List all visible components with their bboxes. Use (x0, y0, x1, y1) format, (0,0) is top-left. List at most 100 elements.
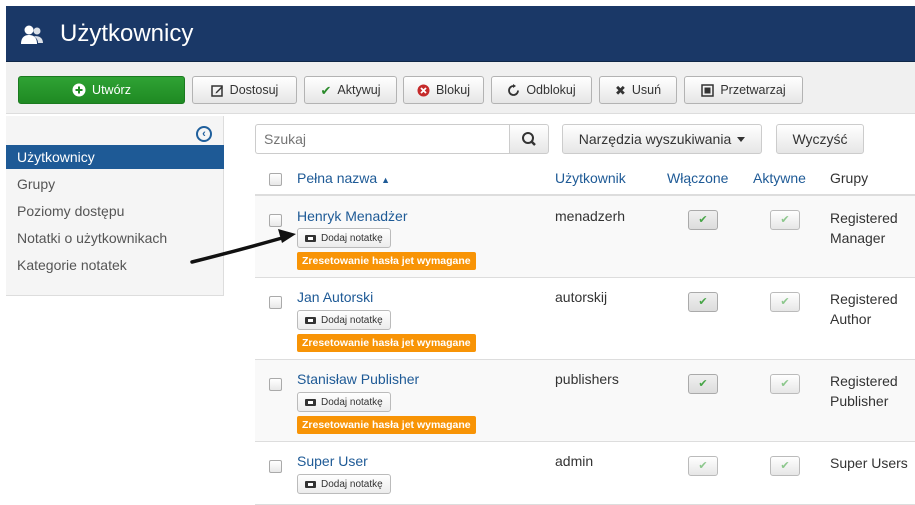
table-header: Pełna nazwa ▲ Użytkownik Włączone Aktywn… (255, 160, 915, 196)
sidebar-item-user-notes[interactable]: Notatki o użytkownikach (6, 226, 224, 250)
column-enabled-header[interactable]: Włączone (667, 170, 728, 186)
sidebar-item-users[interactable]: Użytkownicy (6, 145, 224, 169)
table-row: Stanisław Publisher Dodaj notatkę Zreset… (255, 360, 915, 442)
add-note-button[interactable]: Dodaj notatkę (297, 392, 391, 412)
check-icon: ✔ (698, 295, 708, 308)
password-reset-badge: Zresetowanie hasła jet wymagane (297, 252, 476, 270)
users-icon (21, 25, 43, 44)
column-groups-header: Grupy (830, 170, 869, 186)
create-button[interactable]: Utwórz (18, 76, 185, 104)
user-groups: Registered Manager (830, 208, 898, 248)
add-note-label: Dodaj notatkę (321, 314, 383, 326)
password-reset-badge: Zresetowanie hasła jet wymagane (297, 416, 476, 434)
enabled-toggle[interactable]: ✔ (688, 292, 718, 312)
sidebar-item-access-levels[interactable]: Poziomy dostępu (6, 199, 224, 223)
toolbar: Utwórz Dostosuj ✔ Aktywuj Blokuj Odbloku… (6, 62, 915, 114)
check-icon: ✔ (780, 459, 790, 472)
customize-button-label: Dostosuj (229, 83, 279, 97)
chevron-down-icon (737, 136, 746, 142)
row-checkbox[interactable] (269, 214, 282, 227)
delete-x-icon: ✖ (614, 82, 626, 98)
row-checkbox[interactable] (269, 296, 282, 309)
block-button-label: Blokuj (435, 83, 471, 97)
column-name-header[interactable]: Pełna nazwa ▲ (297, 170, 390, 186)
sidebar-item-note-categories[interactable]: Kategorie notatek (6, 253, 224, 277)
enabled-toggle[interactable]: ✔ (688, 210, 718, 230)
enabled-toggle[interactable]: ✔ (688, 456, 718, 476)
enabled-toggle[interactable]: ✔ (688, 374, 718, 394)
password-reset-badge: Zresetowanie hasła jet wymagane (297, 334, 476, 352)
note-icon (305, 316, 316, 324)
username: publishers (555, 371, 619, 387)
add-note-label: Dodaj notatkę (321, 396, 383, 408)
check-icon: ✔ (698, 459, 708, 472)
username: autorskij (555, 289, 608, 305)
group-line: Publisher (830, 393, 889, 409)
check-icon: ✔ (698, 213, 708, 226)
page-title: Użytkownicy (60, 20, 194, 47)
row-checkbox[interactable] (269, 378, 282, 391)
sort-asc-icon: ▲ (381, 175, 390, 185)
column-activated-header[interactable]: Aktywne (753, 170, 806, 186)
user-name-link[interactable]: Stanisław Publisher (297, 371, 419, 387)
column-name-label: Pełna nazwa (297, 170, 378, 186)
check-icon: ✔ (780, 213, 790, 226)
user-groups: Super Users (830, 453, 908, 473)
activated-toggle[interactable]: ✔ (770, 456, 800, 476)
add-note-button[interactable]: Dodaj notatkę (297, 228, 391, 248)
check-icon: ✔ (698, 377, 708, 390)
check-icon: ✔ (780, 295, 790, 308)
username: admin (555, 453, 594, 469)
app-window: Użytkownicy Utwórz Dostosuj ✔ Aktywuj Bl… (6, 6, 915, 505)
add-note-button[interactable]: Dodaj notatkę (297, 310, 391, 330)
username: menadzerh (555, 208, 626, 224)
search-button[interactable] (509, 124, 549, 154)
column-username-header[interactable]: Użytkownik (555, 170, 626, 186)
batch-icon (701, 83, 715, 97)
activated-toggle[interactable]: ✔ (770, 210, 800, 230)
table-row: Super User Dodaj notatkę admin ✔ ✔ Super… (255, 442, 915, 505)
plus-circle-icon (72, 83, 86, 97)
search-input[interactable] (255, 124, 509, 154)
activated-toggle[interactable]: ✔ (770, 292, 800, 312)
group-line: Manager (830, 230, 886, 246)
activated-toggle[interactable]: ✔ (770, 374, 800, 394)
batch-button-label: Przetwarzaj (720, 83, 786, 97)
add-note-button[interactable]: Dodaj notatkę (297, 474, 391, 494)
batch-button[interactable]: Przetwarzaj (684, 76, 803, 104)
note-icon (305, 234, 316, 242)
select-all-checkbox[interactable] (269, 173, 282, 186)
search-icon (522, 132, 536, 146)
group-line: Registered (830, 373, 898, 389)
search-tools-label: Narzędzia wyszukiwania (578, 131, 732, 147)
block-button[interactable]: Blokuj (403, 76, 484, 104)
note-icon (305, 398, 316, 406)
collapse-sidebar-icon[interactable]: ‹ (196, 126, 212, 142)
user-name-link[interactable]: Henryk Menadżer (297, 208, 408, 224)
user-groups: Registered Author (830, 289, 898, 329)
group-line: Super Users (830, 455, 908, 471)
user-name-link[interactable]: Jan Autorski (297, 289, 373, 305)
unblock-button-label: Odblokuj (526, 83, 576, 97)
check-icon: ✔ (780, 377, 790, 390)
delete-button[interactable]: ✖ Usuń (599, 76, 677, 104)
sidebar-item-groups[interactable]: Grupy (6, 172, 224, 196)
clear-button[interactable]: Wyczyść (776, 124, 864, 154)
edit-icon (210, 84, 224, 97)
group-line: Author (830, 311, 872, 327)
activate-button[interactable]: ✔ Aktywuj (304, 76, 397, 104)
search-tools-button[interactable]: Narzędzia wyszukiwania (562, 124, 762, 154)
add-note-label: Dodaj notatkę (321, 478, 383, 490)
customize-button[interactable]: Dostosuj (192, 76, 297, 104)
user-name-link[interactable]: Super User (297, 453, 368, 469)
create-button-label: Utwórz (92, 83, 131, 97)
unblock-button[interactable]: Odblokuj (491, 76, 592, 104)
sidebar: ‹ Użytkownicy Grupy Poziomy dostępu Nota… (6, 116, 224, 296)
user-groups: Registered Publisher (830, 371, 898, 411)
row-checkbox[interactable] (269, 460, 282, 473)
table-row: Jan Autorski Dodaj notatkę Zresetowanie … (255, 278, 915, 360)
refresh-icon (507, 83, 520, 97)
delete-button-label: Usuń (631, 83, 662, 97)
activate-button-label: Aktywuj (337, 83, 381, 97)
check-icon: ✔ (320, 82, 332, 98)
